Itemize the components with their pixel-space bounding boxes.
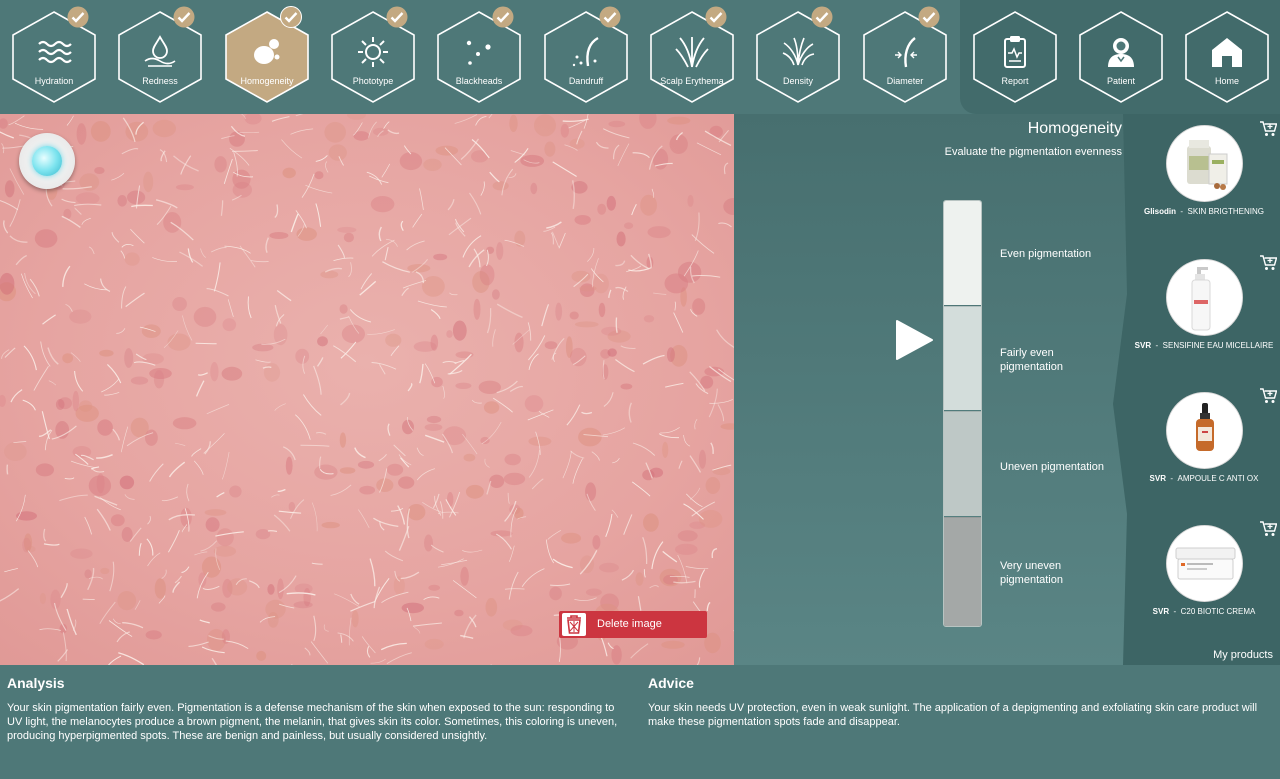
nav-label: Report [1001, 76, 1029, 86]
checkmark-icon [173, 6, 195, 28]
skin-texture [0, 114, 734, 665]
nav-dandruff[interactable]: Dandruff [543, 6, 629, 104]
scale-label-fairly-even[interactable]: Fairly even pigmentation [1000, 346, 1100, 374]
pigmentation-scale [943, 200, 982, 627]
camera-lens-icon [32, 146, 62, 176]
nav-label: Dandruff [568, 76, 604, 86]
product-name: SVR - SENSIFINE EAU MICELLAIRE [1134, 341, 1274, 350]
nav-label: Homogeneity [240, 76, 294, 86]
nav-label: Hydration [34, 76, 74, 86]
product-name: SVR - AMPOULE C ANTI OX [1149, 474, 1259, 483]
checkmark-icon [705, 6, 727, 28]
nav-label: Home [1214, 76, 1239, 86]
person-icon [1108, 38, 1134, 67]
trash-icon [562, 613, 586, 636]
nav-label: Phototype [352, 76, 394, 86]
nav-homogeneity[interactable]: Homogeneity [224, 6, 310, 104]
nav-label: Redness [142, 76, 178, 86]
nav-blackheads[interactable]: Blackheads [436, 6, 522, 104]
analysis-text: Your skin pigmentation fairly even. Pigm… [7, 702, 618, 742]
nav-redness[interactable]: Redness [117, 6, 203, 104]
waves-icon [38, 40, 72, 64]
home-icon [1212, 38, 1242, 67]
serum-dropper-icon [1196, 403, 1214, 451]
checkmark-icon [918, 6, 940, 28]
hair-tuft-icon [782, 37, 815, 66]
nav-label: Patient [1106, 76, 1136, 86]
play-indicator-icon[interactable] [894, 319, 934, 361]
nav-density[interactable]: Density [755, 6, 841, 104]
supplement-bottle-icon [1187, 140, 1228, 190]
add-to-cart-icon[interactable] [1259, 121, 1277, 137]
nav-label: Diameter [886, 76, 924, 86]
nav-label: Density [782, 76, 813, 86]
camera-capture-button[interactable] [19, 133, 75, 189]
product-image[interactable] [1166, 392, 1243, 469]
skin-image [0, 114, 734, 665]
analysis-title: Analysis [7, 675, 65, 691]
nav-phototype[interactable]: Phototype [330, 6, 416, 104]
nav-report[interactable]: Report [972, 10, 1058, 104]
spots-icon [254, 39, 280, 64]
hair-diameter-icon [895, 37, 917, 68]
hair-flakes-icon [572, 36, 599, 67]
evaluation-panel: Homogeneity Evaluate the pigmentation ev… [734, 114, 1128, 665]
product-image[interactable] [1166, 525, 1243, 602]
nav-diameter[interactable]: Diameter [862, 6, 948, 104]
checkmark-icon [492, 6, 514, 28]
product-image[interactable] [1166, 125, 1243, 202]
checkmark-icon [599, 6, 621, 28]
results-panel: Analysis Your skin pigmentation fairly e… [0, 665, 1280, 779]
product-name: Glisodin - SKIN BRIGTHENING [1143, 207, 1264, 216]
scale-label-uneven[interactable]: Uneven pigmentation [1000, 460, 1130, 474]
add-to-cart-icon[interactable] [1259, 388, 1277, 404]
nav-label: Scalp Erythema [660, 76, 724, 86]
product-name: SVR - C20 BIOTIC CREMA [1152, 607, 1256, 616]
clipboard-icon [1004, 36, 1026, 68]
dots-icon [466, 40, 491, 65]
checkmark-icon [67, 6, 89, 28]
checkmark-icon [386, 6, 408, 28]
evaluation-title: Homogeneity [1027, 120, 1122, 137]
scale-label-very-uneven[interactable]: Very uneven pigmentation [1000, 559, 1090, 587]
grass-icon [675, 37, 709, 68]
panel-divider [1113, 114, 1128, 665]
checkmark-icon [280, 6, 302, 28]
my-products-link[interactable]: My products [1213, 649, 1273, 661]
product-image[interactable] [1166, 259, 1243, 336]
drop-icon [144, 35, 176, 67]
scale-level-very-uneven[interactable] [944, 517, 981, 626]
advice-text: Your skin needs UV protection, even in w… [648, 702, 1258, 728]
advice-title: Advice [648, 675, 694, 691]
nav-home[interactable]: Home [1184, 10, 1270, 104]
micellar-bottle-icon [1191, 267, 1211, 331]
cream-jar-icon [1175, 547, 1236, 580]
nav-patient[interactable]: Patient [1078, 10, 1164, 104]
delete-image-button[interactable]: Delete image [559, 611, 707, 638]
nav-label: Blackheads [455, 76, 503, 86]
scale-level-even[interactable] [944, 201, 981, 305]
scale-label-even[interactable]: Even pigmentation [1000, 247, 1130, 261]
nav-hydration[interactable]: Hydration [11, 6, 97, 104]
scale-level-uneven[interactable] [944, 411, 981, 516]
evaluation-subtitle: Evaluate the pigmentation evenness [944, 146, 1122, 158]
delete-image-label: Delete image [597, 618, 662, 630]
add-to-cart-icon[interactable] [1259, 255, 1277, 271]
checkmark-icon [811, 6, 833, 28]
nav-scalp-erythema[interactable]: Scalp Erythema [649, 6, 735, 104]
sun-icon [358, 37, 388, 67]
add-to-cart-icon[interactable] [1259, 521, 1277, 537]
scale-level-fairly-even[interactable] [944, 306, 981, 410]
